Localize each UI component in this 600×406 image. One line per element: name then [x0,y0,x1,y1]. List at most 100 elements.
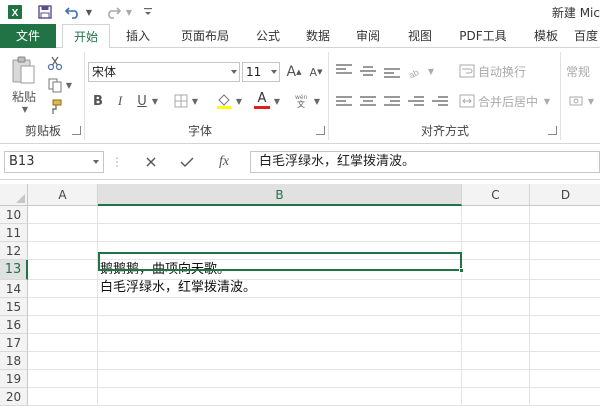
font-color-icon[interactable]: A [252,90,272,110]
orientation-dropdown-icon[interactable]: ▼ [426,66,436,76]
font-name-dropdown-icon[interactable] [231,70,237,74]
tab-data[interactable]: 数据 [296,24,340,48]
paste-button[interactable]: 粘贴 [8,88,40,104]
paste-icon[interactable] [8,54,38,88]
tab-pdf-tools[interactable]: PDF工具 [450,24,516,48]
italic-button[interactable]: I [112,92,128,110]
fill-handle[interactable] [459,268,464,273]
column-header-d[interactable]: D [530,184,600,206]
row-header[interactable]: 12 [0,242,28,260]
cut-icon[interactable] [46,54,64,72]
font-size-dropdown-icon[interactable] [271,70,277,74]
formula-input[interactable]: 白毛浮绿水，红掌拨清波。 [250,151,600,173]
font-name-box[interactable]: 宋体 [88,62,240,82]
currency-dropdown-icon[interactable]: ▼ [586,96,596,106]
tab-baidu[interactable]: 百度 [574,24,600,48]
fill-color-icon[interactable] [214,90,234,110]
bold-button[interactable]: B [90,92,106,110]
tab-insert[interactable]: 插入 [116,24,160,48]
row-header[interactable]: 20 [0,388,28,406]
font-size-box[interactable]: 11 [242,62,280,82]
row-header[interactable]: 15 [0,298,28,316]
save-icon[interactable] [36,3,54,21]
undo-dropdown-icon[interactable]: ▼ [84,3,94,21]
row-header[interactable]: 18 [0,352,28,370]
svg-text:ab: ab [407,67,421,78]
borders-dropdown-icon[interactable]: ▼ [190,96,200,106]
font-color-dropdown-icon[interactable]: ▼ [272,96,282,106]
underline-dropdown-icon[interactable]: ▼ [150,96,160,106]
customize-toolbar-icon[interactable] [142,3,154,21]
align-top-icon[interactable] [336,64,352,76]
cancel-entry-icon[interactable] [140,153,162,171]
copy-icon[interactable] [46,76,64,94]
row-header[interactable]: 17 [0,334,28,352]
name-box-dropdown-icon[interactable] [93,160,99,164]
clipboard-launcher-icon[interactable] [72,126,81,135]
phonetic-dropdown-icon[interactable]: ▼ [312,96,322,106]
font-name-value: 宋体 [92,65,117,79]
undo-icon[interactable] [64,3,82,21]
tab-formulas[interactable]: 公式 [246,24,290,48]
formula-bar-grip-icon: ⋮ [111,155,123,169]
wrap-text-icon[interactable] [458,62,476,80]
alignment-launcher-icon[interactable] [548,126,557,135]
grow-font-icon[interactable]: A ▲ [284,62,304,82]
increase-indent-icon[interactable] [432,96,448,108]
align-right-icon[interactable] [384,96,400,108]
row-header[interactable]: 14 [0,280,28,298]
name-box-value: B13 [9,154,35,169]
active-cell-border [98,252,462,271]
svg-text:文: 文 [297,99,305,108]
name-box[interactable]: B13 [4,151,104,173]
gridline [28,223,600,224]
tab-view[interactable]: 视图 [398,24,442,48]
decrease-indent-icon[interactable] [408,96,424,108]
align-center-icon[interactable] [360,96,376,108]
column-header-c[interactable]: C [462,184,530,206]
tab-templates[interactable]: 模板 [524,24,568,48]
gridline [529,206,530,406]
tab-home[interactable]: 开始 [62,24,110,49]
borders-icon[interactable] [172,92,190,110]
underline-button[interactable]: U [134,92,150,110]
row-header[interactable]: 16 [0,316,28,334]
row-header-selected[interactable]: 13 [0,260,28,280]
shrink-font-icon[interactable]: A ▼ [306,62,326,82]
confirm-entry-icon[interactable] [176,153,198,171]
group-separator [328,52,329,140]
paste-dropdown-icon[interactable]: ▼ [20,104,30,114]
row-header[interactable]: 11 [0,224,28,242]
wrap-text-button[interactable]: 自动换行 [478,62,530,80]
currency-icon[interactable] [568,92,586,110]
spreadsheet-grid[interactable]: A B C D 10 11 12 13 14 15 16 17 18 19 20… [0,180,600,406]
column-header-a[interactable]: A [28,184,98,206]
phonetic-icon[interactable]: wén 文 [292,90,312,110]
copy-dropdown-icon[interactable]: ▼ [64,80,74,90]
gridline [28,387,600,388]
tab-file[interactable]: 文件 [0,24,56,48]
merge-center-icon[interactable] [458,92,476,110]
redo-dropdown-icon[interactable]: ▼ [124,3,134,21]
select-all-corner[interactable] [0,184,28,206]
tab-page-layout[interactable]: 页面布局 [170,24,240,48]
merge-center-button[interactable]: 合并后居中 [478,92,542,110]
insert-function-button[interactable]: fx [212,153,236,171]
align-left-icon[interactable] [336,96,352,108]
svg-text:X: X [12,8,19,19]
column-header-b[interactable]: B [98,184,462,206]
align-bottom-icon[interactable] [384,68,400,80]
font-group-label: 字体 [187,124,212,138]
format-painter-icon[interactable] [46,98,64,116]
align-middle-icon[interactable] [360,66,376,78]
redo-icon[interactable] [104,3,122,21]
orientation-icon[interactable]: ab [406,62,426,80]
row-header[interactable]: 19 [0,370,28,388]
row-header[interactable]: 10 [0,206,28,224]
number-format-box[interactable]: 常规 [566,62,600,80]
font-launcher-icon[interactable] [316,126,325,135]
tab-review[interactable]: 审阅 [346,24,390,48]
cell-b14[interactable]: 白毛浮绿水，红掌拨清波。 [100,279,256,297]
merge-dropdown-icon[interactable]: ▼ [542,96,552,106]
fill-color-dropdown-icon[interactable]: ▼ [234,96,244,106]
